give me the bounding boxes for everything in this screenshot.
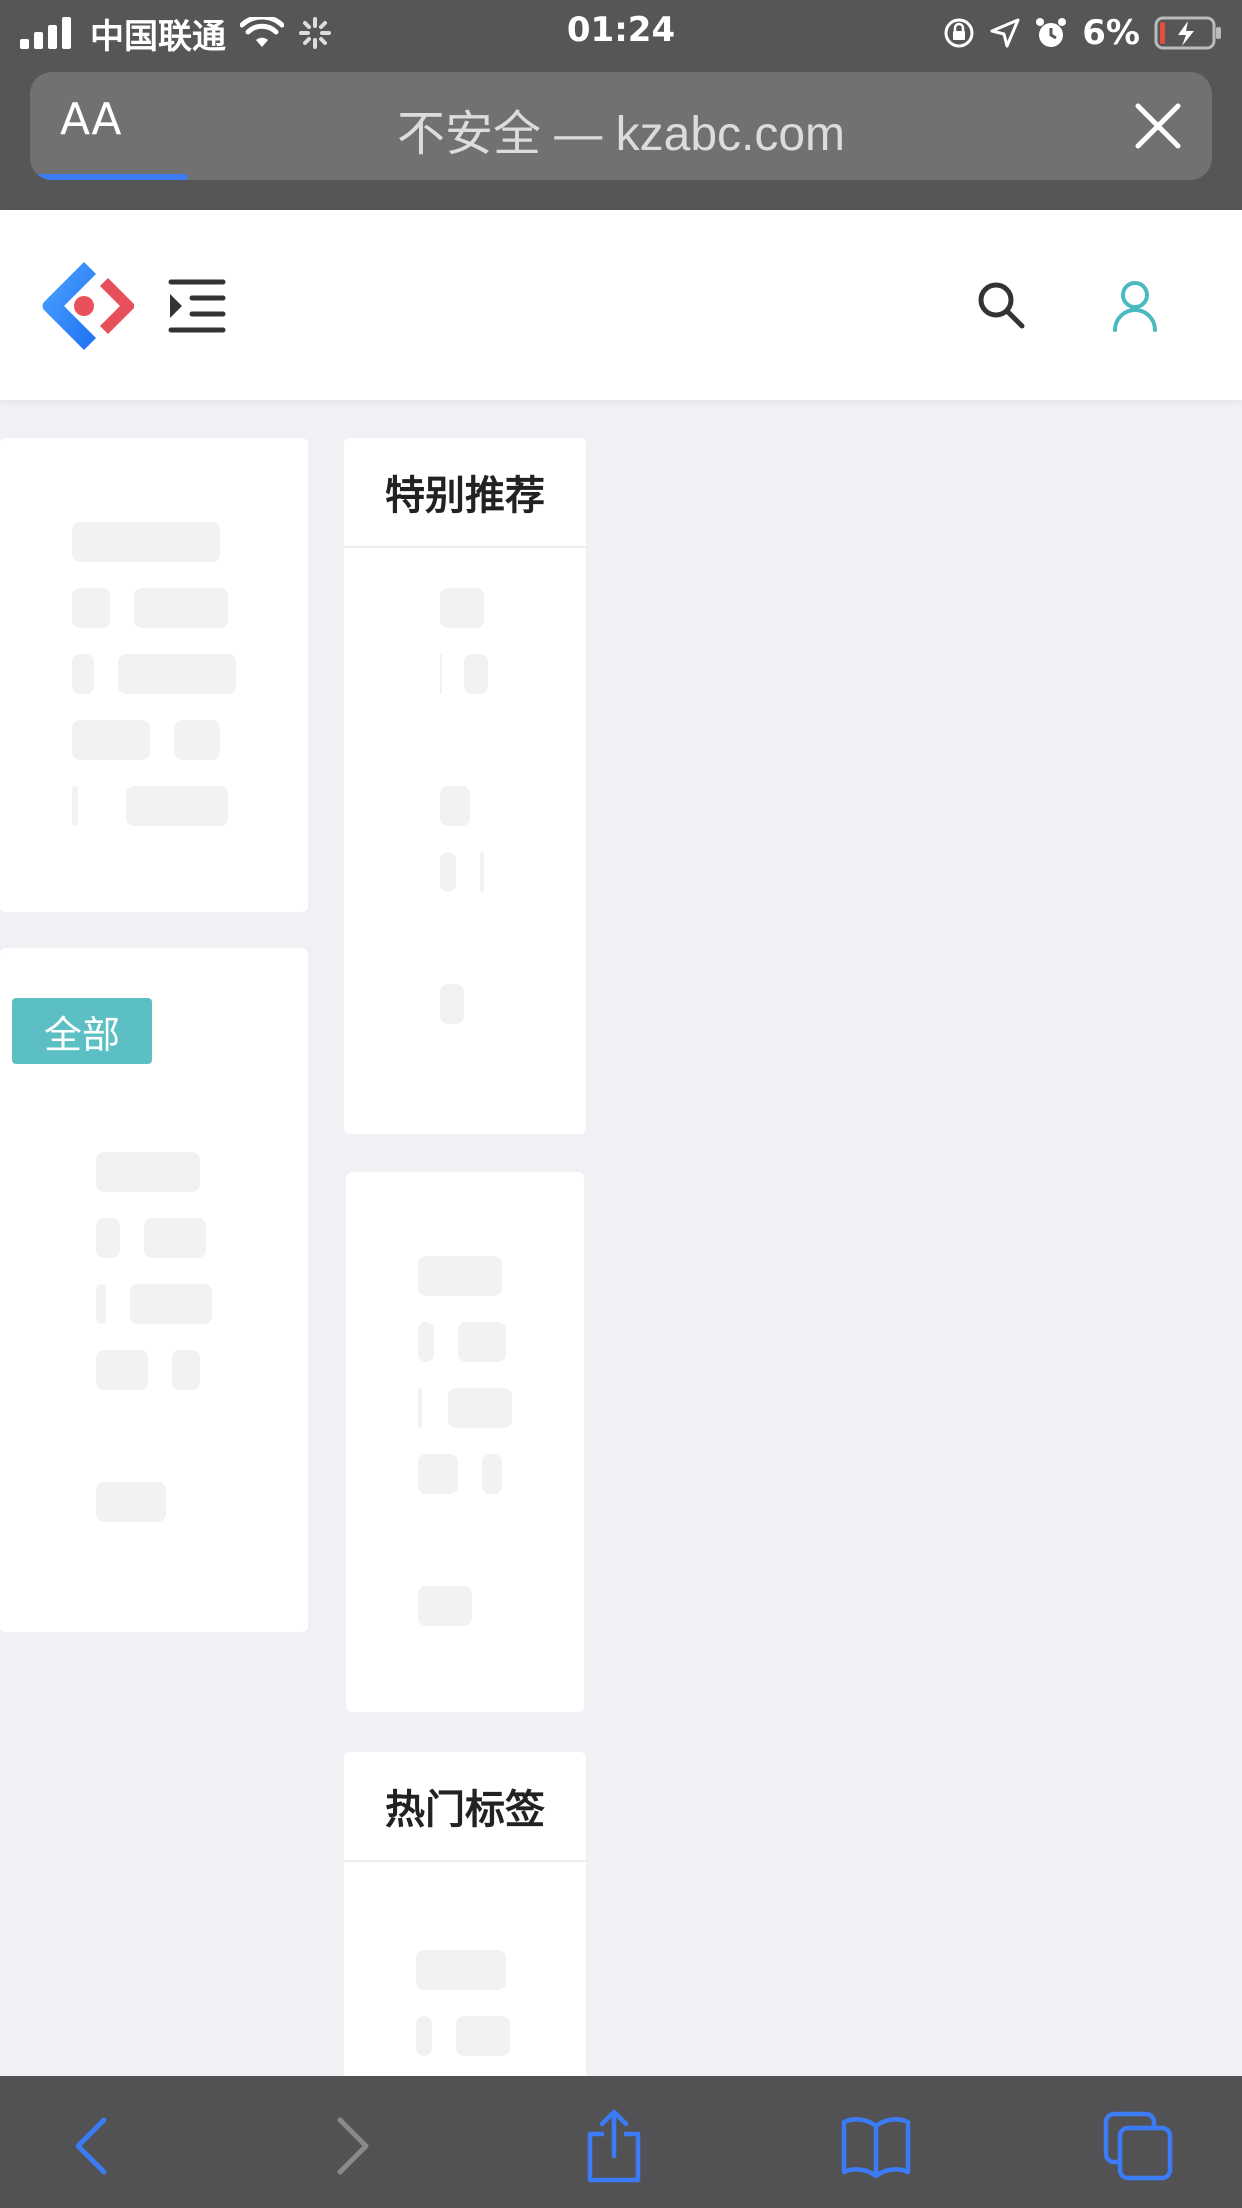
menu-indent-icon[interactable]: [168, 278, 226, 334]
skeleton-line: [96, 1152, 200, 1192]
skeleton-line: [118, 654, 236, 694]
status-bar: 中国联通 01:24 6%: [0, 0, 1242, 64]
page-load-progress: [36, 174, 188, 180]
skeleton-line: [448, 1388, 512, 1428]
tag-all[interactable]: 全部: [12, 998, 152, 1064]
share-icon: [587, 2109, 641, 2183]
site-header: [0, 210, 1242, 400]
skeleton-line: [418, 1388, 422, 1428]
skeleton-line: [96, 1482, 166, 1522]
skeleton-line: [134, 588, 228, 628]
skeleton-line: [126, 786, 228, 826]
close-icon[interactable]: [1132, 100, 1184, 152]
share-button[interactable]: [574, 2106, 654, 2186]
skeleton-line: [130, 1284, 212, 1324]
skeleton-line: [96, 1350, 148, 1390]
skeleton-line: [72, 588, 110, 628]
skeleton-line: [456, 2016, 510, 2056]
alarm-icon: [1036, 18, 1067, 47]
skeleton-line: [416, 1950, 506, 1990]
skeleton-line: [174, 720, 220, 760]
chevron-left-icon: [75, 2117, 107, 2175]
skeleton-line: [72, 654, 94, 694]
bookmarks-button[interactable]: [836, 2106, 916, 2186]
skeleton-card: [0, 438, 308, 912]
chevron-right-icon: [337, 2117, 369, 2175]
hot-tags-title: 热门标签: [344, 1752, 586, 1862]
skeleton-line: [440, 852, 456, 892]
browser-toolbar: [0, 2076, 1242, 2208]
recommend-card: 特别推荐: [344, 438, 586, 1134]
skeleton-line: [72, 786, 78, 826]
recommend-title: 特别推荐: [344, 438, 586, 548]
skeleton-line: [144, 1218, 206, 1258]
skeleton-line: [72, 522, 220, 562]
site-logo[interactable]: [34, 256, 134, 356]
skeleton-line: [418, 1256, 502, 1296]
skeleton-line: [440, 786, 470, 826]
skeleton-line: [458, 1322, 506, 1362]
user-icon[interactable]: [1112, 280, 1158, 332]
skeleton-line: [464, 654, 488, 694]
skeleton-line: [72, 720, 150, 760]
skeleton-line: [418, 1322, 434, 1362]
skeleton-line: [416, 2016, 432, 2056]
skeleton-line: [482, 1454, 502, 1494]
battery-charging-icon: [1154, 16, 1221, 50]
skeleton-line: [440, 588, 484, 628]
url-text[interactable]: 不安全 — kzabc.com: [30, 94, 1212, 164]
skeleton-line: [96, 1218, 120, 1258]
skeleton-line: [96, 1284, 106, 1324]
forward-button[interactable]: [312, 2106, 392, 2186]
tabs-button[interactable]: [1098, 2106, 1178, 2186]
location-icon: [990, 18, 1020, 48]
back-button[interactable]: [52, 2106, 132, 2186]
search-icon[interactable]: [976, 280, 1026, 330]
skeleton-line: [172, 1350, 200, 1390]
skeleton-card: [346, 1172, 584, 1712]
hot-tags-card: 热门标签: [344, 1752, 586, 2092]
skeleton-line: [418, 1454, 458, 1494]
address-bar[interactable]: AA 不安全 — kzabc.com: [30, 72, 1212, 180]
book-icon: [841, 2117, 911, 2178]
battery-percent: 6%: [1082, 13, 1140, 53]
skeleton-line: [440, 984, 464, 1024]
skeleton-line: [418, 1586, 472, 1626]
tabs-icon: [1103, 2111, 1173, 2181]
skeleton-line: [440, 654, 442, 694]
orientation-lock-icon: [944, 18, 974, 48]
browser-chrome-top: 中国联通 01:24 6% AA 不安全 — kzabc.com: [0, 0, 1242, 210]
skeleton-line: [480, 852, 484, 892]
